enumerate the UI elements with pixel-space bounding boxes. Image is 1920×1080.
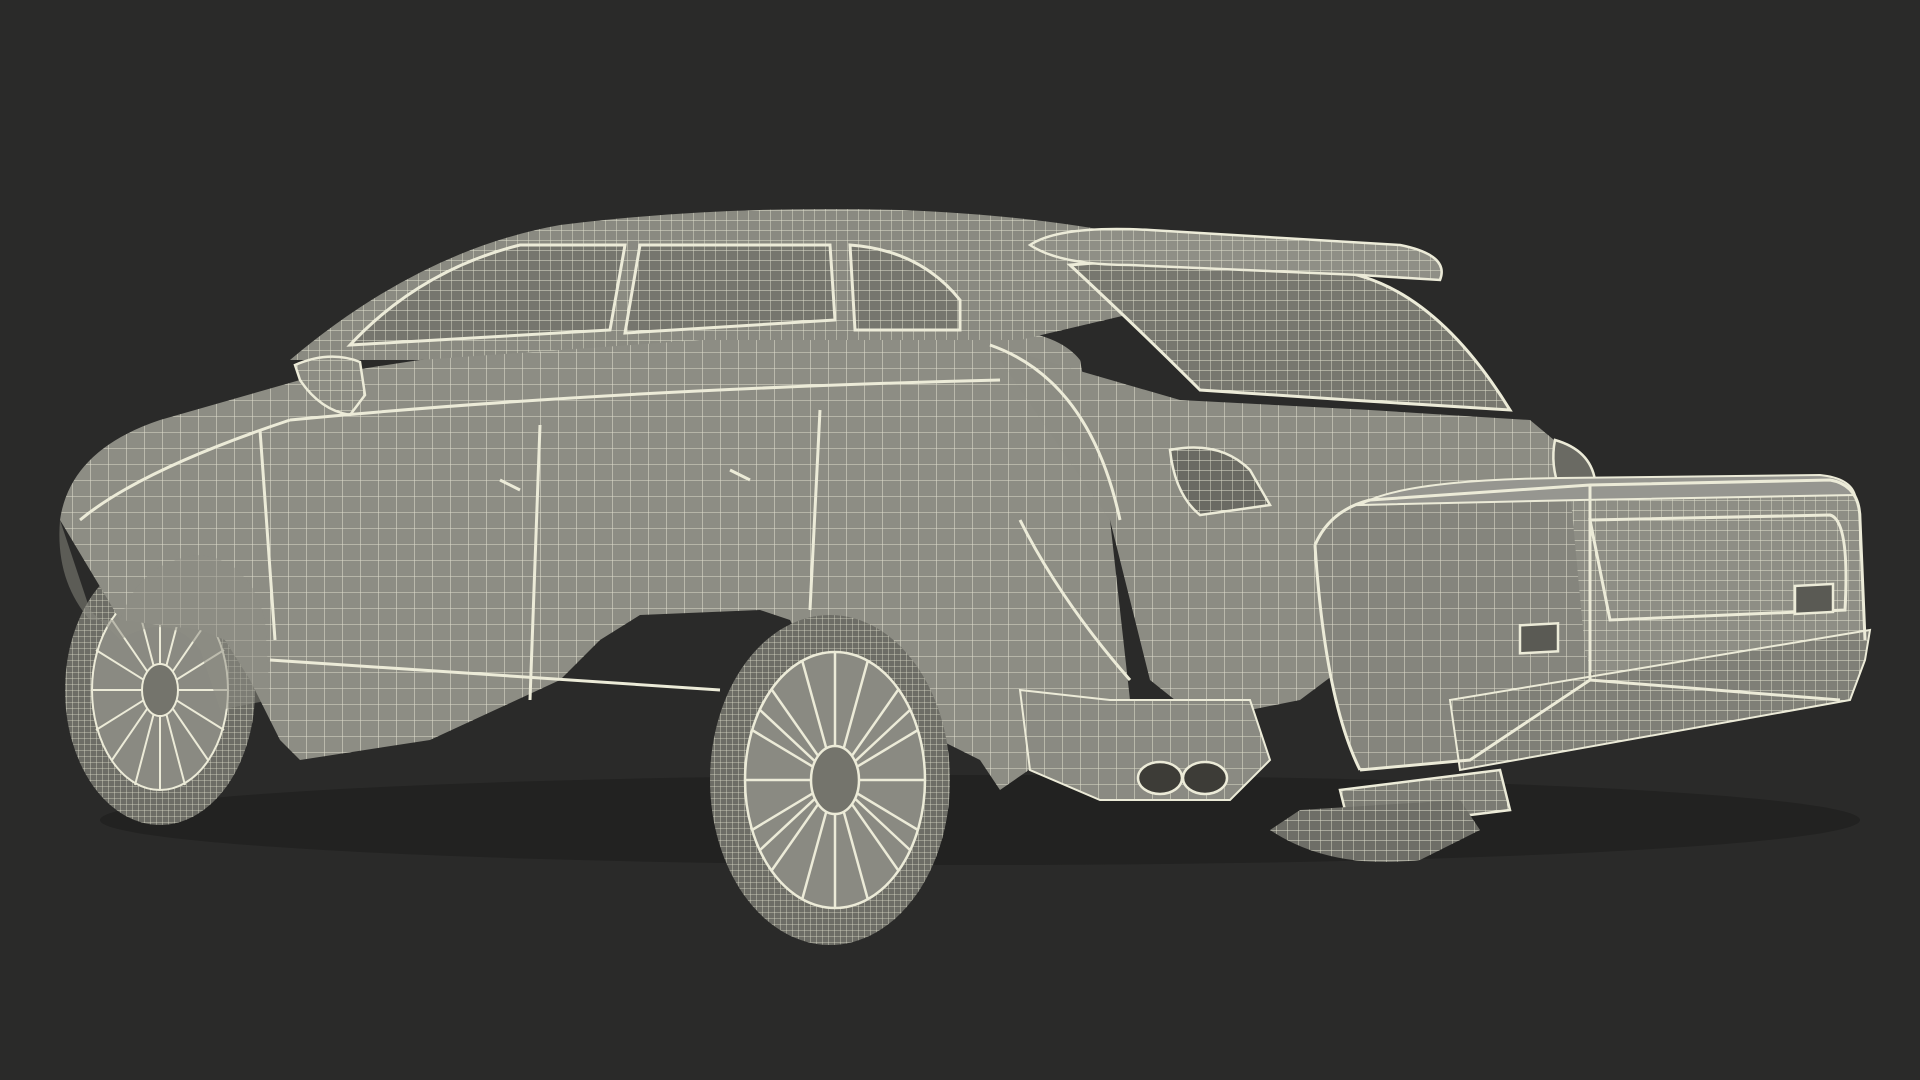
rear-right-wheel [710, 615, 950, 945]
ground-shadow [100, 775, 1860, 865]
carrier-light-right [1793, 582, 1835, 616]
render-viewport [0, 0, 1920, 1080]
suv-wireframe-render [59, 209, 1872, 945]
carrier-light-left [1518, 622, 1560, 655]
